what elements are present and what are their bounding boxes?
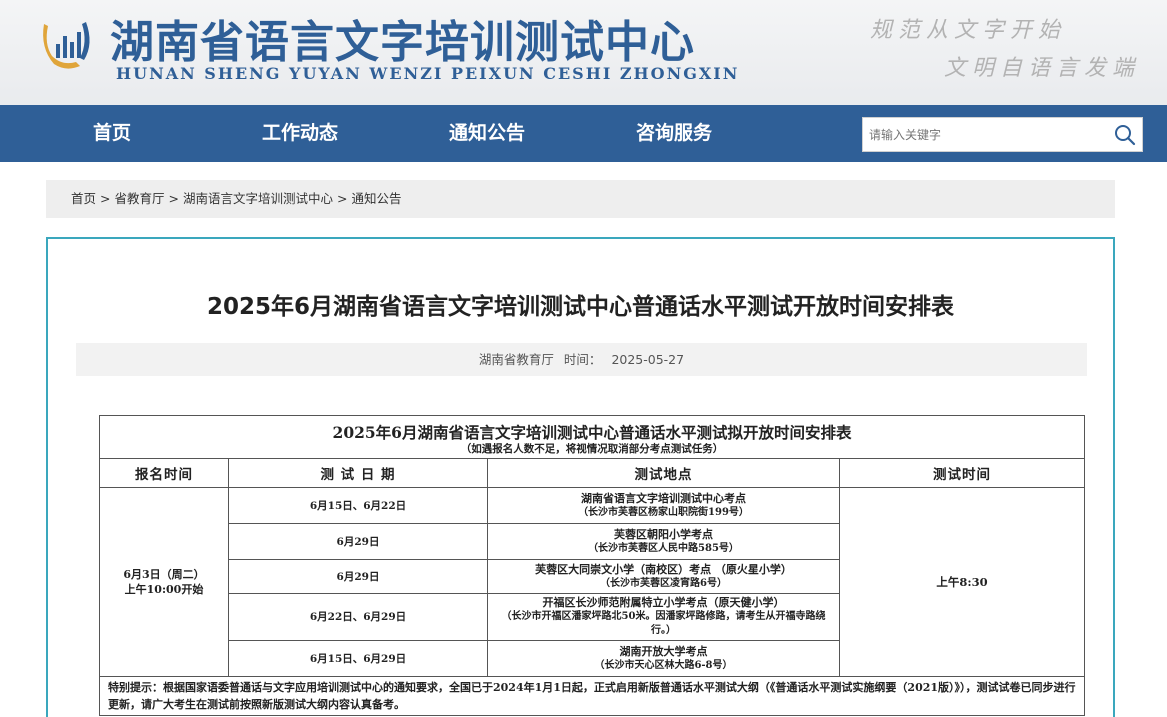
registration-start: 上午10:00开始 <box>124 583 204 596</box>
site-address: （长沙市天心区林大路6-8号） <box>594 659 733 671</box>
breadcrumb-separator: > <box>337 191 348 206</box>
test-time-cell: 上午8:30 <box>839 487 1085 677</box>
test-site-cell: 芙蓉区朝阳小学考点 （长沙市芙蓉区人民中路585号） <box>487 523 840 560</box>
test-date-cell: 6月29日 <box>228 523 488 560</box>
test-date-cell: 6月22日、6月29日 <box>228 593 488 641</box>
test-site-cell: 芙蓉区大同崇文小学（南校区）考点 （原火星小学） （长沙市芙蓉区凌宵路6号） <box>487 559 840 594</box>
site-address: （长沙市芙蓉区凌宵路6号） <box>600 577 727 589</box>
registration-cell: 6月3日（周二） 上午10:00开始 <box>99 487 229 677</box>
site-title: 湖南省语言文字培训测试中心 <box>110 17 695 68</box>
time-label: 时间： <box>563 352 602 367</box>
site-pinyin: HUNAN SHENG YUYAN WENZI PEIXUN CESHI ZHO… <box>116 64 740 83</box>
site-name: 芙蓉区朝阳小学考点 <box>614 527 713 541</box>
logo-icon <box>43 22 90 69</box>
test-date-cell: 6月29日 <box>228 559 488 594</box>
slogan-line-2: 文明自语言发端 <box>944 56 1141 81</box>
schedule-table: 2025年6月湖南省语言文字培训测试中心普通话水平测试拟开放时间安排表 （如遇报… <box>99 415 1085 716</box>
search-box <box>862 117 1143 152</box>
nav-item-home[interactable]: 首页 <box>93 105 131 162</box>
table-caption: 2025年6月湖南省语言文字培训测试中心普通话水平测试拟开放时间安排表 （如遇报… <box>99 415 1085 459</box>
header-test-time: 测试时间 <box>839 458 1085 488</box>
site-name: 湖南省语言文字培训测试中心考点 <box>581 491 746 505</box>
article-time: 时间： 2025-05-27 <box>564 352 684 367</box>
test-site-cell: 湖南省语言文字培训测试中心考点 （长沙市芙蓉区杨家山职院街199号） <box>487 487 840 524</box>
search-input[interactable] <box>869 118 1109 151</box>
nav-item-work-news[interactable]: 工作动态 <box>262 105 338 162</box>
article-title: 2025年6月湖南省语言文字培训测试中心普通话水平测试开放时间安排表 <box>206 294 955 320</box>
breadcrumb-notices[interactable]: 通知公告 <box>352 191 402 206</box>
header-test-site: 测试地点 <box>487 458 840 488</box>
nav-item-notices[interactable]: 通知公告 <box>449 105 525 162</box>
site-header: 湖南省语言文字培训测试中心 HUNAN SHENG YUYAN WENZI PE… <box>0 0 1167 105</box>
breadcrumb-separator: > <box>100 191 111 206</box>
registration-date: 6月3日（周二） <box>123 568 205 581</box>
breadcrumb-center[interactable]: 湖南语言文字培训测试中心 <box>183 191 333 206</box>
table-caption-sub: （如遇报名人数不足，将视情况取消部分考点测试任务） <box>460 443 724 455</box>
site-address: （长沙市芙蓉区杨家山职院街199号） <box>578 506 749 518</box>
table-caption-row: 2025年6月湖南省语言文字培训测试中心普通话水平测试拟开放时间安排表 （如遇报… <box>99 415 1085 459</box>
test-date-cell: 6月15日、6月22日 <box>228 487 488 524</box>
article-panel: 2025年6月湖南省语言文字培训测试中心普通话水平测试开放时间安排表 湖南省教育… <box>46 237 1115 717</box>
breadcrumb-home[interactable]: 首页 <box>71 191 96 206</box>
article-source: 湖南省教育厅 <box>478 352 554 367</box>
slogan-line-1: 规范从文字开始 <box>870 18 1067 43</box>
site-name: 开福区长沙师范附属特立小学考点（原天健小学） <box>542 596 785 609</box>
search-icon[interactable] <box>1114 124 1136 146</box>
article-meta: 湖南省教育厅 时间： 2025-05-27 <box>76 343 1087 376</box>
test-date-cell: 6月15日、6月29日 <box>228 640 488 677</box>
site-address: （长沙市芙蓉区人民中路585号） <box>588 542 739 554</box>
header-registration-time: 报名时间 <box>99 458 229 488</box>
table-header-row: 报名时间 测 试 日 期 测试地点 测试时间 <box>99 458 1085 488</box>
notice-row: 特别提示：根据国家语委普通话与文字应用培训测试中心的通知要求，全国已于2024年… <box>99 676 1085 716</box>
site-name: 芙蓉区大同崇文小学（南校区）考点 （原火星小学） <box>535 562 792 576</box>
test-site-cell: 开福区长沙师范附属特立小学考点（原天健小学） （长沙市开福区潘家坪路北50米。因… <box>487 593 840 641</box>
breadcrumb-separator: > <box>168 191 179 206</box>
table-caption-main: 2025年6月湖南省语言文字培训测试中心普通话水平测试拟开放时间安排表 <box>332 423 852 442</box>
main-nav: 首页 工作动态 通知公告 咨询服务 <box>0 105 1167 162</box>
time-value: 2025-05-27 <box>611 352 685 367</box>
breadcrumb-education-dept[interactable]: 省教育厅 <box>115 191 165 206</box>
nav-item-consulting[interactable]: 咨询服务 <box>636 105 712 162</box>
test-site-cell: 湖南开放大学考点 （长沙市天心区林大路6-8号） <box>487 640 840 677</box>
header-test-date: 测 试 日 期 <box>228 458 488 488</box>
special-notice: 特别提示：根据国家语委普通话与文字应用培训测试中心的通知要求，全国已于2024年… <box>99 676 1085 716</box>
breadcrumb: 首页 > 省教育厅 > 湖南语言文字培训测试中心 > 通知公告 <box>46 180 1115 218</box>
table-row: 6月3日（周二） 上午10:00开始 6月15日、6月22日 湖南省语言文字培训… <box>99 487 1085 677</box>
site-address: （长沙市开福区潘家坪路北50米。因潘家坪路修路，请考生从开福寺路绕行。） <box>501 611 826 636</box>
site-name: 湖南开放大学考点 <box>619 644 708 658</box>
